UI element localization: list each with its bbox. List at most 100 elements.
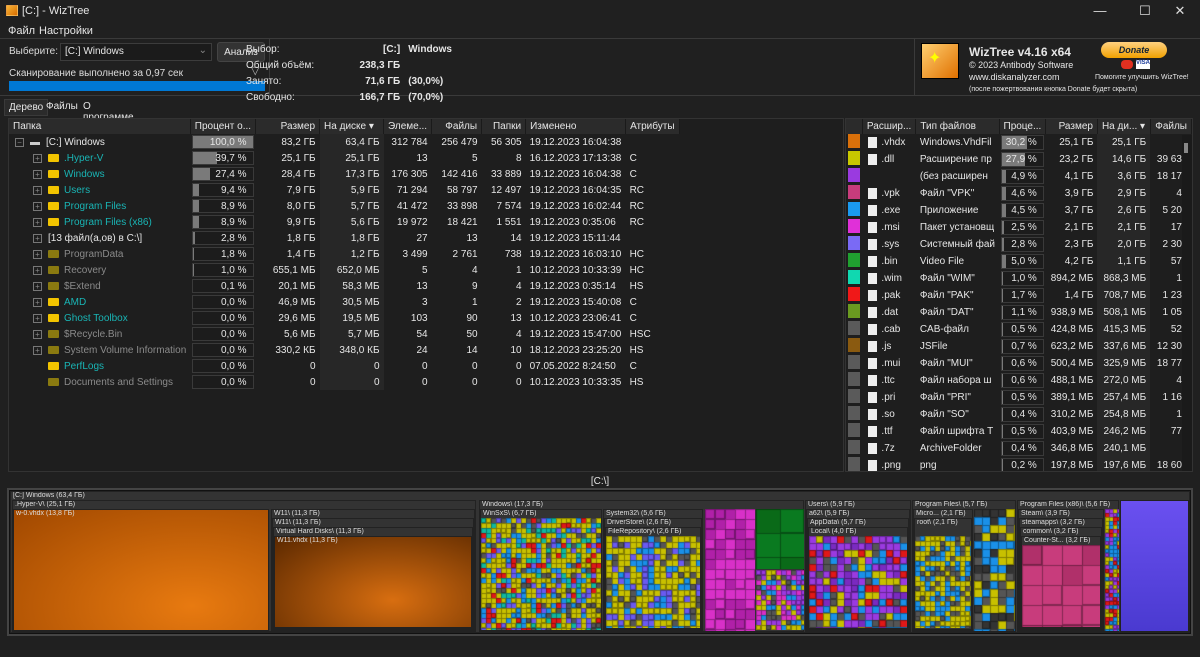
tree-row[interactable]: + [13 файл(а,ов) в C:\] 2,8 % 1,8 ГБ 1,8 ГБ 2… — [9, 230, 679, 246]
tree-row[interactable]: + .Hyper-V 39,7 % 25,1 ГБ 25,1 ГБ 13 5 8 16.12.2… — [9, 150, 679, 166]
file-type-row[interactable]: .mui Файл "MUI" 0,6 % 500,4 МБ 325,9 МБ 18 77… — [846, 355, 1192, 372]
drive-select[interactable]: [C:] Windows ⌄ — [60, 43, 212, 61]
items-cell: 3 — [422, 296, 428, 308]
expand-icon[interactable]: + — [33, 233, 42, 243]
menu-settings[interactable]: Настройки — [39, 25, 93, 37]
treemap-vpk-files[interactable] — [1022, 545, 1100, 627]
tree-row[interactable]: + $Recycle.Bin 0,0 % 5,6 МБ 5,7 МБ 54 50 4 19.12… — [9, 326, 679, 342]
treemap-bin-files[interactable] — [756, 509, 804, 569]
tree-row[interactable]: + Program Files (x86) 8,9 % 9,9 ГБ 5,6 ГБ 19 … — [9, 214, 679, 230]
column-header[interactable]: Проце... — [999, 119, 1047, 134]
file-type-row[interactable]: .7zArchiveFolder0,4 %346,8 МБ240,1 МБ1 — [846, 440, 1192, 457]
column-header[interactable]: Атрибуты — [625, 119, 680, 134]
expand-icon[interactable]: + — [33, 249, 42, 259]
file-type-row[interactable]: .msi Пакет установщ 2,5 % 2,1 ГБ 2,1 ГБ 176 — [846, 219, 1192, 236]
file-type-row[interactable]: .ttcФайл набора ш0,6 %488,1 МБ272,0 МБ42 — [846, 372, 1192, 389]
tree-row[interactable]: PerfLogs 0,0 % 0 0 0 0 0 07.05.2022 8:24:50 C — [9, 358, 679, 374]
column-header[interactable]: Процент о... — [190, 119, 257, 134]
expand-icon[interactable]: + — [33, 297, 42, 307]
column-header[interactable]: Файлы — [431, 119, 483, 134]
expand-icon[interactable]: + — [33, 345, 42, 355]
tab-files[interactable]: Файлы — [46, 101, 78, 112]
treemap-w0-vhdx[interactable]: w-0.vhdx (13,8 ГБ) — [13, 509, 269, 631]
column-header[interactable]: Тип файлов — [915, 119, 1000, 134]
column-header[interactable]: Папки — [481, 119, 527, 134]
expand-icon[interactable]: + — [33, 281, 42, 291]
file-type-row[interactable]: .bin Video File 5,0 % 4,2 ГБ 1,1 ГБ 579 — [846, 253, 1192, 270]
expand-icon[interactable]: + — [33, 169, 42, 179]
expand-icon[interactable]: + — [33, 265, 42, 275]
file-type-row[interactable]: .vpkФайл "VPK"4,6 %3,9 ГБ2,9 ГБ46 — [846, 185, 1192, 202]
file-type-row[interactable]: .js JSFile 0,7 % 623,2 МБ 337,6 МБ 12 302 — [846, 338, 1192, 355]
on-disk-cell: 197,6 МБ — [1097, 457, 1151, 471]
treemap-local-files[interactable] — [809, 536, 907, 628]
size-cell: 1,4 ГБ — [286, 248, 316, 260]
tab-tree[interactable]: Дерево — [4, 99, 49, 116]
size-cell: 3,9 ГБ — [1064, 188, 1094, 199]
expand-icon[interactable]: + — [33, 185, 42, 195]
column-header[interactable]: Элеме... — [383, 119, 433, 134]
treemap-other[interactable] — [1120, 500, 1189, 632]
file-type-row[interactable]: .soФайл "SO"0,4 %310,2 МБ254,8 МБ13 — [846, 406, 1192, 423]
donate-button[interactable]: Donate — [1101, 42, 1167, 58]
treemap-root-label: [C:] Windows (63,4 ГБ) — [13, 492, 85, 499]
treemap-msi-files[interactable] — [705, 509, 755, 631]
close-button[interactable]: ✕ — [1160, 0, 1200, 22]
column-header[interactable]: На диске ▾ — [319, 119, 385, 134]
file-type-row[interactable]: (без расширен 4,9 % 4,1 ГБ 3,6 ГБ 18 177 — [846, 168, 1192, 185]
file-type-row[interactable]: .sys Системный фай 2,8 % 2,3 ГБ 2,0 ГБ 2 300 — [846, 236, 1192, 253]
expand-icon[interactable]: + — [33, 217, 42, 227]
treemap-misc-files[interactable] — [756, 570, 804, 630]
tree-row[interactable]: + Ghost Toolbox 0,0 % 29,6 МБ 19,5 МБ 103 90 13… — [9, 310, 679, 326]
file-type-row[interactable]: .png png 0,2 % 197,8 МБ 197,6 МБ 18 605 — [846, 457, 1192, 471]
treemap-filerepository-files[interactable] — [606, 536, 700, 628]
tree-row[interactable]: − ▬ [C:] Windows 100,0 % 83,2 ГБ 63,4 ГБ 312 7… — [9, 134, 679, 150]
tree-row[interactable]: Documents and Settings 0,0 % 0 0 0 0 0 10.12.20… — [9, 374, 679, 390]
file-type-row[interactable]: .wimФайл "WIM"1,0 %894,2 МБ868,3 МБ18 — [846, 270, 1192, 287]
file-type-row[interactable]: .dat Файл "DAT" 1,1 % 938,9 МБ 508,1 МБ 1 051 — [846, 304, 1192, 321]
tree-row[interactable]: + $Extend 0,1 % 20,1 МБ 58,3 МБ 13 9 4 19.12.202… — [9, 278, 679, 294]
treemap-steam-other[interactable] — [1105, 509, 1119, 631]
file-type-row[interactable]: .dll Расширение пр 27,9 % 23,2 ГБ 14,6 ГБ 39 … — [846, 151, 1192, 168]
minimize-button[interactable]: — — [1080, 0, 1120, 22]
maximize-button[interactable]: ☐ — [1125, 0, 1165, 22]
column-header[interactable]: Папка — [9, 119, 191, 134]
column-header[interactable]: Размер — [1045, 119, 1098, 134]
file-type-row[interactable]: .exe Приложение 4,5 % 3,7 ГБ 2,6 ГБ 5 200 — [846, 202, 1192, 219]
treemap-winsxs-files[interactable] — [481, 518, 601, 630]
file-type-row[interactable]: .ttf Файл шрифта T 0,5 % 403,9 МБ 246,2 МБ 77… — [846, 423, 1192, 440]
column-header[interactable]: Размер — [255, 119, 321, 134]
treemap-w11-vhdx[interactable]: W11.vhdx (11,3 ГБ) — [274, 536, 472, 628]
tree-row[interactable]: + Users 9,4 % 7,9 ГБ 5,9 ГБ 71 294 58 797 12 49… — [9, 182, 679, 198]
tree-row[interactable]: + Windows 27,4 % 28,4 ГБ 17,3 ГБ 176 305 142 4… — [9, 166, 679, 182]
vertical-scrollbar[interactable] — [1182, 135, 1192, 471]
treemap[interactable]: [C:] Windows (63,4 ГБ) .Hyper-V\ (25,1 ГБ… — [7, 488, 1193, 636]
column-header[interactable]: Изменено — [525, 119, 627, 134]
expand-icon[interactable]: + — [33, 153, 42, 163]
column-header[interactable] — [846, 119, 863, 134]
menu-file[interactable]: Файл — [8, 25, 35, 37]
expand-icon[interactable]: + — [33, 313, 42, 323]
tree-row[interactable]: + System Volume Information 0,0 % 330,2 КБ 3… — [9, 342, 679, 358]
file-type-row[interactable]: .vhdxWindows.VhdFil30,2 %25,1 ГБ25,1 ГБ2 — [846, 134, 1192, 151]
column-header[interactable]: Расшир... — [862, 119, 917, 134]
expand-icon[interactable]: + — [33, 201, 42, 211]
column-header[interactable]: На ди... ▾ — [1097, 119, 1151, 134]
file-type-row[interactable]: .cab CAB-файл 0,5 % 424,8 МБ 415,3 МБ 520 — [846, 321, 1192, 338]
scrollbar-thumb[interactable] — [1184, 143, 1188, 153]
expand-icon[interactable]: + — [33, 329, 42, 339]
size-cell: 0 — [309, 376, 316, 388]
file-type-row[interactable]: .pak Файл "PAK" 1,7 % 1,4 ГБ 708,7 МБ 1 232 — [846, 287, 1192, 304]
treemap-root-files[interactable] — [915, 536, 971, 628]
tree-row[interactable]: + ProgramData 1,8 % 1,4 ГБ 1,2 ГБ 3 499 2 761 7… — [9, 246, 679, 262]
website-link[interactable]: www.diskanalyzer.com — [969, 72, 1060, 82]
treemap-pf-other[interactable] — [974, 509, 1015, 631]
items-cell: 3 499 — [402, 248, 428, 260]
collapse-icon[interactable]: − — [15, 137, 24, 147]
tree-row[interactable]: + Recovery 1,0 % 655,1 МБ 652,0 МБ 5 4 1 10.12.2… — [9, 262, 679, 278]
tree-row[interactable]: + AMD 0,0 % 46,9 МБ 30,5 МБ 3 1 2 19.12.2023 15:… — [9, 294, 679, 310]
column-header[interactable]: Файлы — [1150, 119, 1192, 134]
file-type-row[interactable]: .pri Файл "PRI" 0,5 % 389,1 МБ 257,4 МБ 1 169 — [846, 389, 1192, 406]
percent-text: 0,7 % — [1011, 341, 1037, 352]
tree-row[interactable]: + Program Files 8,9 % 8,0 ГБ 5,7 ГБ 41 472 33 … — [9, 198, 679, 214]
